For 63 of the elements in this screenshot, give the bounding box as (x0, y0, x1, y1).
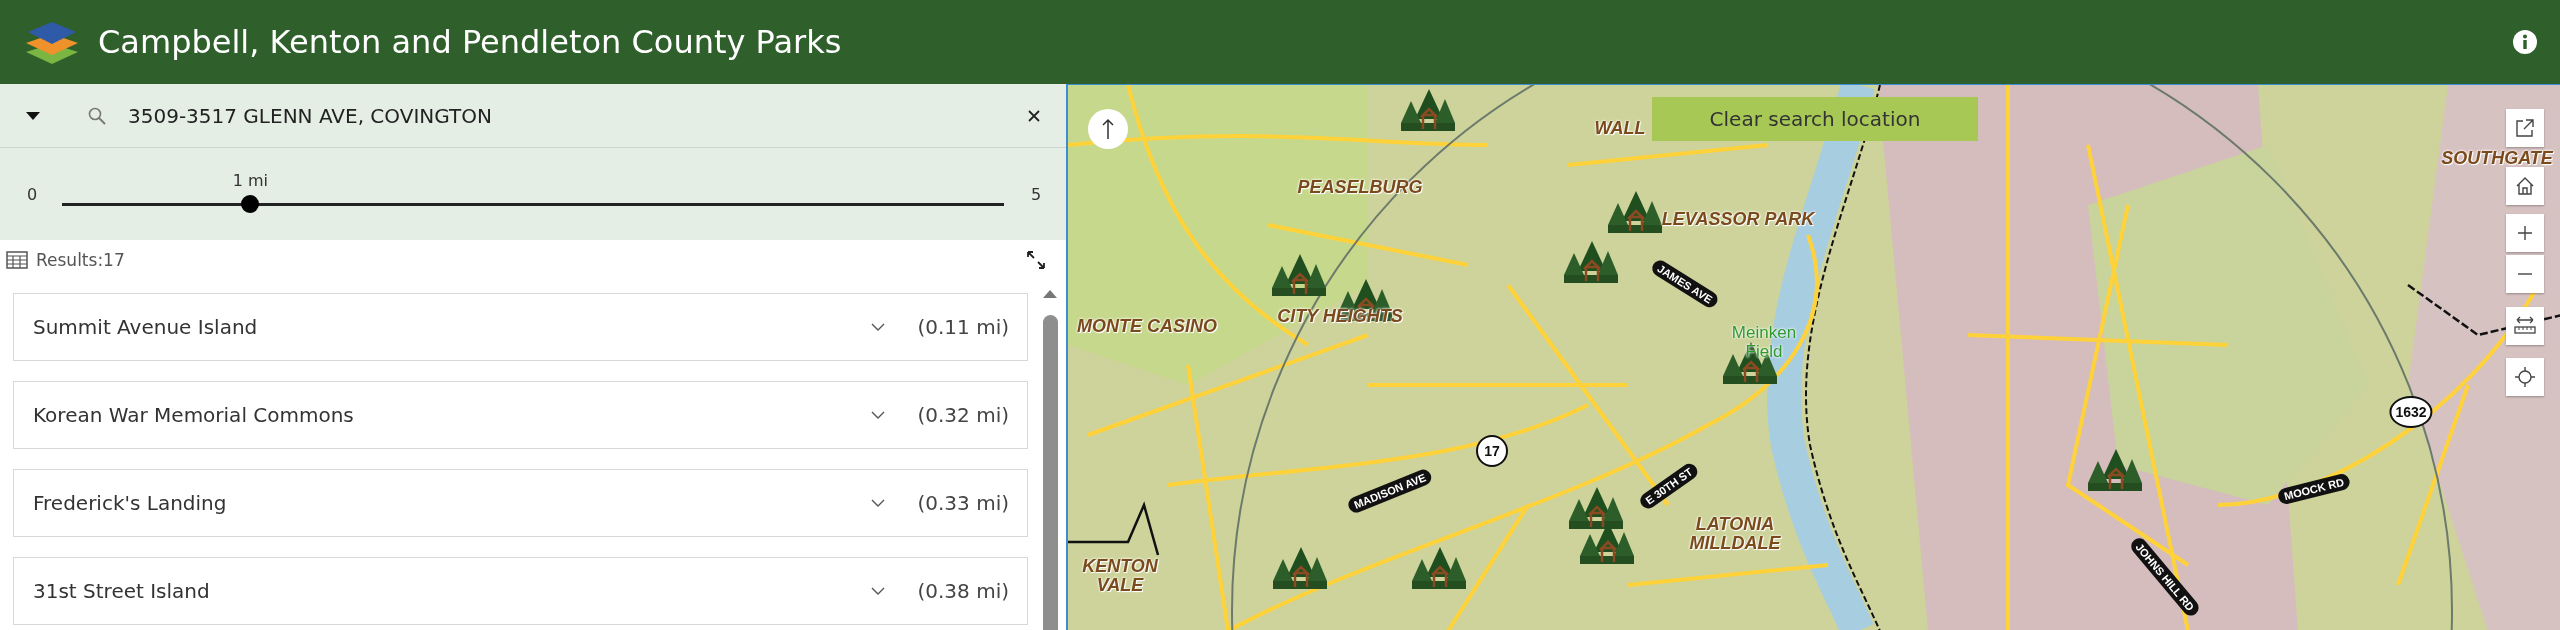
expand-icon (1026, 250, 1046, 270)
chevron-icon[interactable] (871, 499, 886, 507)
park-tree-icon[interactable] (1606, 191, 1662, 235)
caret-icon (26, 111, 40, 120)
chevron-icon[interactable] (871, 323, 886, 331)
minus-icon (2517, 273, 2533, 275)
park-name: 31st Street Island (33, 579, 211, 603)
slider-value-label: 1 mi (232, 171, 269, 190)
share-icon (2515, 118, 2535, 138)
slider-thumb[interactable] (241, 195, 260, 213)
crosshair-icon (2514, 366, 2536, 388)
home-button[interactable] (2506, 167, 2544, 205)
scrollbar-thumb[interactable] (1043, 315, 1058, 630)
info-icon[interactable] (2512, 29, 2538, 55)
results-count: Results:17 (36, 250, 126, 270)
search-field[interactable]: 3509-3517 GLENN AVE, COVINGTON (128, 103, 1022, 128)
park-tree-icon[interactable] (1562, 241, 1618, 285)
park-distance: (0.11 mi) (917, 315, 1009, 339)
park-tree-icon[interactable] (1567, 487, 1623, 531)
table-icon (6, 251, 28, 269)
result-item[interactable]: Summit Avenue Island (0.11 mi) (13, 293, 1028, 361)
measure-button[interactable] (2506, 307, 2544, 345)
result-item[interactable]: Korean War Memorial Commons (0.32 mi) (13, 381, 1028, 449)
ruler-icon (2513, 316, 2537, 336)
park-tree-icon[interactable] (1271, 547, 1327, 591)
chevron-icon[interactable] (871, 587, 886, 595)
park-label: Meinken Field (1731, 324, 1797, 362)
park-name: Frederick's Landing (33, 491, 228, 515)
home-icon (2515, 176, 2535, 196)
place-label: KENTON VALE (1082, 557, 1158, 595)
arrow-up-icon (1102, 118, 1114, 140)
result-item[interactable]: 31st Street Island (0.38 mi) (13, 557, 1028, 625)
result-item[interactable]: Frederick's Landing (0.33 mi) (13, 469, 1028, 537)
park-tree-icon[interactable] (1578, 522, 1634, 566)
chevron-icon[interactable] (871, 411, 886, 419)
map-drawing[interactable] (1068, 85, 2560, 630)
park-tree-icon[interactable] (1410, 547, 1466, 591)
place-label: MONTE CASINO (1077, 315, 1217, 337)
park-distance: (0.32 mi) (917, 403, 1009, 427)
scroll-up-icon[interactable] (1040, 288, 1060, 300)
park-distance: (0.38 mi) (917, 579, 1009, 603)
search-icon (88, 106, 106, 125)
park-name: Summit Avenue Island (33, 315, 259, 339)
search-bar[interactable]: 3509-3517 GLENN AVE, COVINGTON (0, 84, 1066, 148)
share-button[interactable] (2506, 109, 2544, 147)
close-icon (1028, 109, 1040, 122)
place-label: LEVASSOR PARK (1661, 208, 1815, 230)
park-name: Korean War Memorial Commons (33, 403, 355, 427)
slider-max-label: 5 (1030, 184, 1042, 204)
plus-icon (2517, 225, 2533, 241)
park-distance: (0.33 mi) (917, 491, 1009, 515)
locate-button[interactable] (2506, 358, 2544, 396)
expand-button[interactable] (1024, 248, 1048, 272)
park-tree-icon[interactable] (1270, 254, 1326, 298)
clear-search-location-button[interactable]: Clear search location (1652, 97, 1978, 141)
zoom-in-button[interactable] (2506, 214, 2544, 252)
slider-min-label: 0 (26, 184, 38, 204)
place-label: LATONIA MILLDALE (1689, 515, 1781, 553)
app-title: Campbell, Kenton and Pendleton County Parks (98, 23, 843, 61)
park-tree-icon[interactable] (2086, 449, 2142, 493)
place-label: WALL (1594, 117, 1646, 139)
place-label: SOUTHGATE (2441, 147, 2553, 169)
park-tree-icon[interactable] (1399, 89, 1455, 133)
